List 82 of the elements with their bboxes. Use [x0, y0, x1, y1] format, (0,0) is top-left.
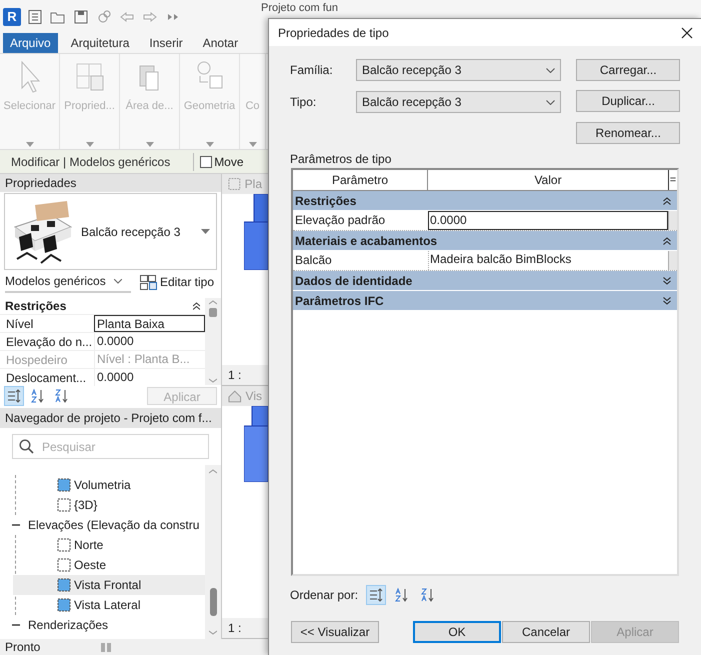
panel-title: Propriedades	[0, 174, 221, 192]
property-name: Deslocament...	[5, 370, 88, 386]
search-icon	[19, 439, 34, 454]
expand-icon[interactable]	[663, 296, 671, 304]
type-dropdown[interactable]: Balcão recepção 3	[356, 91, 562, 113]
chevron-down-icon[interactable]	[546, 100, 556, 104]
caret-icon	[114, 278, 122, 284]
dropdown-icon[interactable]	[201, 229, 210, 234]
dialog-button[interactable]: Cancelar	[502, 621, 590, 643]
expand-icon[interactable]	[663, 276, 671, 284]
scroll-down-icon[interactable]	[209, 630, 217, 635]
action-button[interactable]: Duplicar...	[576, 90, 680, 112]
type-name: Balcão recepção 3	[81, 224, 182, 240]
dropdown-icon[interactable]	[248, 142, 256, 146]
tree-item[interactable]: Volumetria	[74, 476, 131, 494]
field-label: Família:	[290, 62, 334, 79]
parameter-name: Balcão	[294, 252, 333, 269]
group-header: Restrições	[5, 298, 68, 315]
tree-item[interactable]: Norte	[74, 536, 104, 554]
section-label: Parâmetros de tipo	[289, 151, 392, 168]
property-name: Elevação do n...	[5, 334, 94, 350]
sort-by-group-button[interactable]	[366, 585, 386, 605]
collapse-icon[interactable]	[193, 302, 200, 310]
document-icon[interactable]	[27, 8, 43, 24]
dialog-title: Propriedades de tipo	[278, 24, 390, 42]
collapse-icon[interactable]	[663, 196, 671, 204]
sort-label: Ordenar por:	[290, 587, 358, 604]
scroll-up-icon[interactable]	[209, 469, 217, 474]
panel-title: Navegador de projeto - Projeto com f...	[0, 408, 221, 428]
dropdown-icon[interactable]	[26, 142, 34, 146]
scrollbar[interactable]	[205, 465, 221, 639]
checkbox[interactable]	[200, 156, 212, 168]
column-header[interactable]: Valor	[428, 170, 668, 190]
edit-type-button[interactable]: Editar tipo	[140, 273, 214, 291]
tree-item[interactable]: Vista Lateral	[74, 596, 140, 614]
family-dropdown[interactable]: Balcão recepção 3	[356, 59, 562, 81]
dropdown-icon[interactable]	[146, 142, 154, 146]
ribbon-tab[interactable]: Arquitetura	[64, 33, 136, 53]
category-dropdown[interactable]: Modelos genéricos	[5, 271, 131, 293]
type-selector[interactable]: Balcão recepção 3	[4, 193, 217, 270]
save-icon[interactable]	[73, 8, 89, 24]
tree-item[interactable]: Elevações (Elevação da constru	[28, 516, 200, 534]
dialog-button[interactable]: OK	[413, 621, 501, 643]
close-icon[interactable]	[681, 26, 693, 38]
input-field[interactable]: 0.0000	[428, 211, 668, 230]
scroll-down-icon[interactable]	[209, 378, 217, 383]
parameter-name: Elevação padrão	[294, 212, 386, 229]
sync-icon[interactable]	[96, 8, 112, 24]
property-name: Hospedeiro	[5, 352, 68, 368]
action-button[interactable]: Carregar...	[576, 59, 680, 81]
action-button[interactable]: Renomear...	[576, 122, 680, 144]
header-button[interactable]: =	[668, 170, 677, 190]
ribbon-tab[interactable]: Inserir	[142, 33, 190, 53]
dialog-button[interactable]: << Visualizar	[291, 621, 379, 643]
tree-item[interactable]: Oeste	[74, 556, 106, 574]
scrollbar[interactable]	[205, 298, 221, 385]
property-name: Nível	[5, 316, 34, 332]
window-title: Projeto com fun	[261, 2, 338, 15]
plan-view-icon	[228, 177, 241, 191]
dropdown-icon[interactable]	[86, 142, 94, 146]
chevron-down-icon[interactable]	[546, 68, 556, 72]
checkbox-label: Move	[213, 154, 244, 170]
column-header[interactable]: Parâmetro	[293, 170, 428, 190]
house-icon	[228, 389, 242, 403]
status-text: Pronto	[5, 639, 40, 655]
scroll-thumb[interactable]	[209, 308, 217, 317]
dropdown-icon[interactable]	[206, 142, 214, 146]
sort-by-group-button[interactable]	[4, 386, 24, 406]
input-field[interactable]: Planta Baixa	[94, 315, 205, 332]
tree-item[interactable]: Renderizações	[28, 616, 108, 634]
app-logo[interactable]: R	[3, 8, 21, 26]
context-label: Modificar | Modelos genéricos	[10, 154, 172, 170]
tree-item[interactable]: {3D}	[74, 496, 98, 514]
scroll-up-icon[interactable]	[209, 300, 217, 305]
ribbon-tab[interactable]: Anotar	[196, 33, 246, 53]
field-label: Tipo:	[290, 94, 318, 111]
search-box[interactable]: Pesquisar	[12, 434, 209, 459]
ribbon-tab[interactable]: Arquivo	[3, 33, 58, 53]
collapse-icon[interactable]	[663, 236, 671, 244]
search-field[interactable]: Pesquisar	[42, 435, 208, 458]
scroll-thumb[interactable]	[210, 588, 216, 616]
edit-type-icon	[140, 274, 157, 290]
